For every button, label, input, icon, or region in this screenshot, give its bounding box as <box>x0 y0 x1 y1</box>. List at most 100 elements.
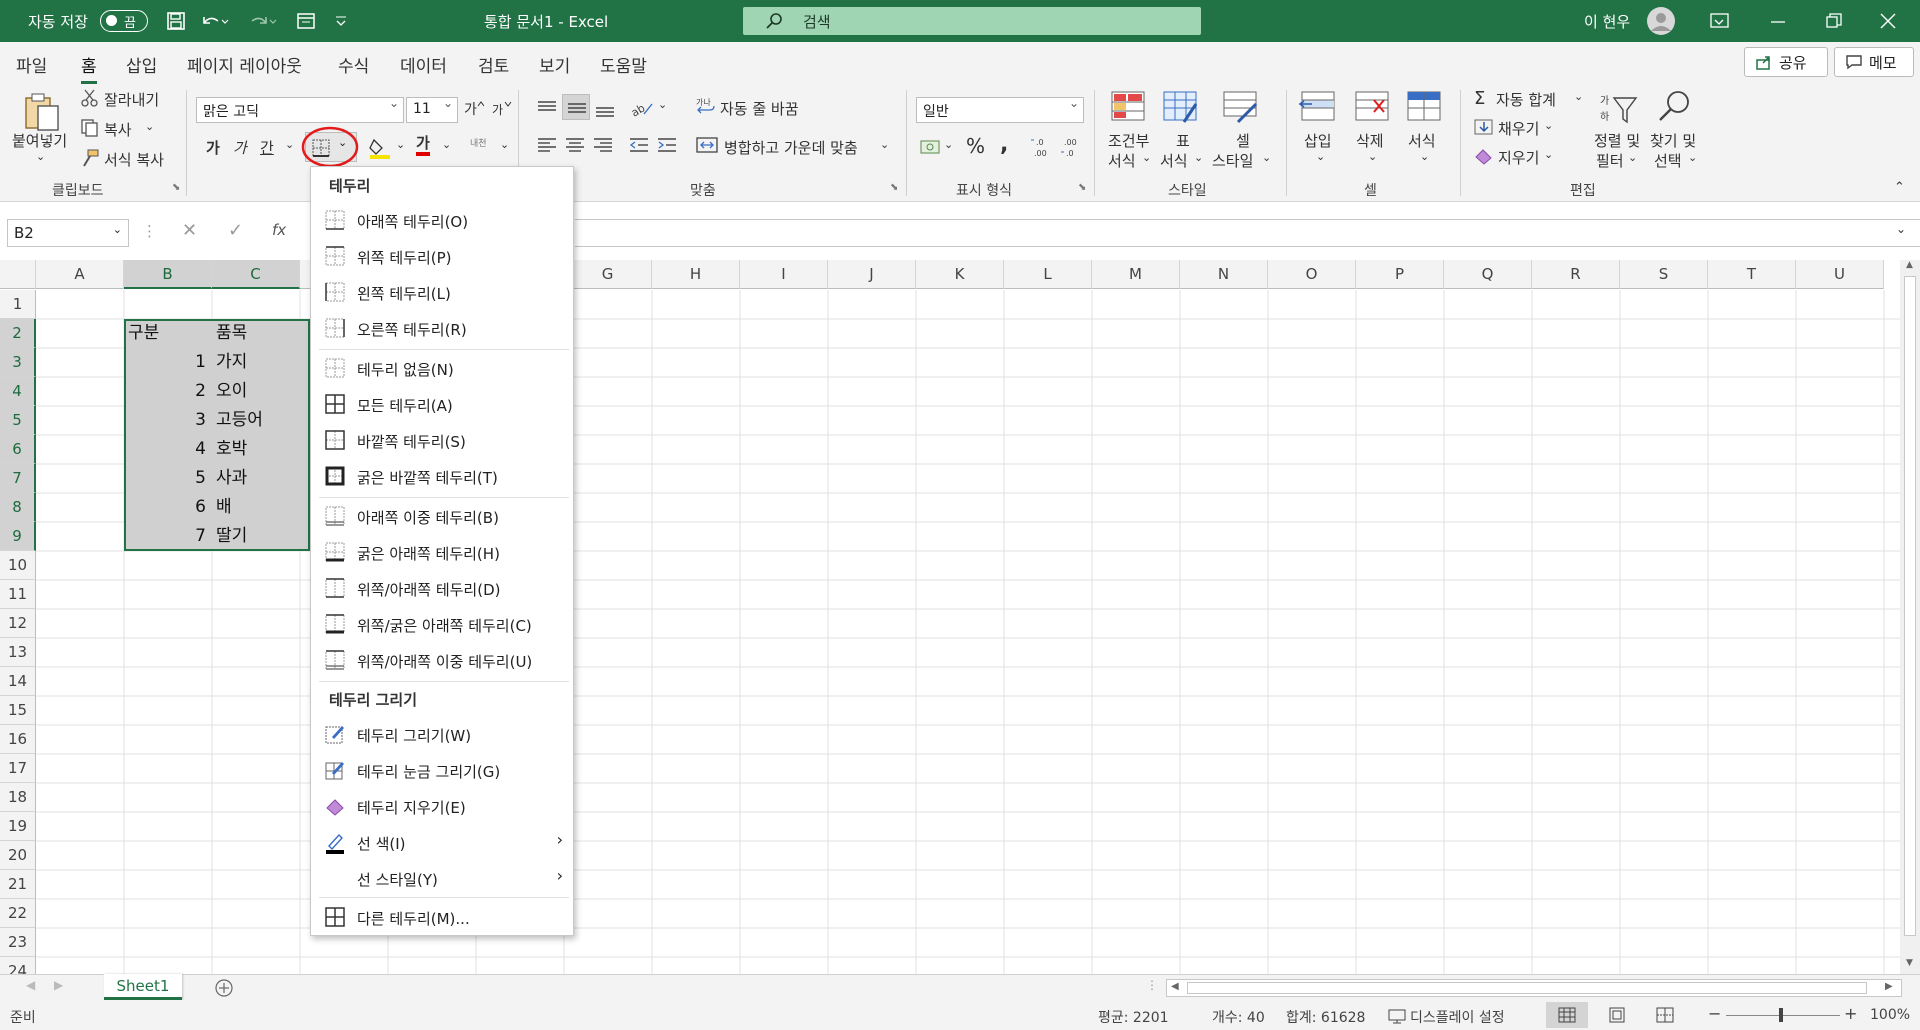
delete-cells-icon[interactable] <box>1352 90 1392 124</box>
orientation-icon[interactable]: ab <box>630 98 656 118</box>
underline-dropdown-icon[interactable]: ⌄ <box>285 138 294 151</box>
paste-dropdown-icon[interactable]: ⌄ <box>36 150 45 163</box>
insert-cells-label[interactable]: 삽입 <box>1304 130 1332 151</box>
clipboard-launcher-icon[interactable]: ⬊ <box>172 182 180 193</box>
avatar[interactable] <box>1646 6 1676 36</box>
expand-formula-icon[interactable]: ⌄ <box>1896 222 1906 236</box>
cell-B6[interactable]: 4 <box>124 435 212 464</box>
column-header-O[interactable]: O <box>1268 260 1356 289</box>
column-header-U[interactable]: U <box>1796 260 1884 289</box>
row-header-6[interactable]: 6 <box>0 435 36 464</box>
format-cells-dropdown-icon[interactable]: ⌄ <box>1420 150 1429 163</box>
autosave-toggle[interactable]: 끔 <box>100 10 148 32</box>
row-header-16[interactable]: 16 <box>0 725 36 754</box>
accounting-format-icon[interactable] <box>920 138 942 156</box>
zoom-level[interactable]: 100% <box>1870 1007 1910 1023</box>
cell-C7[interactable]: 사과 <box>212 464 300 493</box>
page-break-view-icon[interactable] <box>1656 1007 1674 1023</box>
find-select-label-2[interactable]: 선택 <box>1654 150 1682 171</box>
cell-B9[interactable]: 7 <box>124 522 212 551</box>
sheet-tab-sheet1[interactable]: Sheet1 <box>104 974 182 1000</box>
wrap-text-label[interactable]: 자동 줄 바꿈 <box>720 98 799 119</box>
cell-B3[interactable]: 1 <box>124 348 212 377</box>
copy-icon[interactable] <box>80 118 100 138</box>
cell-B8[interactable]: 6 <box>124 493 212 522</box>
display-settings-icon[interactable] <box>1388 1008 1406 1024</box>
share-button[interactable]: 공유 <box>1744 47 1828 77</box>
autosum-dropdown-icon[interactable]: ⌄ <box>1574 90 1583 103</box>
wrap-text-icon[interactable]: 가나 <box>696 96 716 116</box>
merge-center-label[interactable]: 병합하고 가운데 맞춤 <box>724 137 858 158</box>
clear-icon[interactable] <box>1474 147 1494 165</box>
column-header-C[interactable]: C <box>212 260 300 289</box>
menu-item-bottom-double-border[interactable]: 아래쪽 이중 테두리(B) <box>311 499 573 533</box>
delete-cells-label[interactable]: 삭제 <box>1356 130 1384 151</box>
fill-dropdown-icon[interactable]: ⌄ <box>1544 119 1553 132</box>
row-header-22[interactable]: 22 <box>0 899 36 928</box>
name-box[interactable]: B2 ⌄ <box>7 219 129 247</box>
tab-data[interactable]: 데이터 <box>400 52 447 77</box>
cell-B5[interactable]: 3 <box>124 406 212 435</box>
zoom-slider-thumb[interactable] <box>1779 1008 1783 1022</box>
insert-function-icon[interactable]: fx <box>272 221 286 239</box>
autosum-label[interactable]: 자동 합계 <box>1496 89 1556 110</box>
phonetic-button[interactable]: 내천 <box>470 136 487 149</box>
format-table-label-1[interactable]: 표 <box>1176 130 1190 151</box>
menu-item-more-borders[interactable]: 다른 테두리(M)... <box>311 900 573 934</box>
confirm-entry-icon[interactable]: ✓ <box>228 220 243 241</box>
underline-button[interactable]: 간 <box>260 137 274 158</box>
align-right-icon[interactable] <box>592 136 614 154</box>
decrease-indent-icon[interactable] <box>628 136 650 154</box>
copy-label[interactable]: 복사 <box>104 119 132 140</box>
row-header-18[interactable]: 18 <box>0 783 36 812</box>
page-layout-view-icon[interactable] <box>1608 1007 1626 1023</box>
font-color-button[interactable]: 가 <box>416 134 430 156</box>
menu-item-line-color[interactable]: 선 색(I) › <box>311 825 573 859</box>
row-header-13[interactable]: 13 <box>0 638 36 667</box>
tab-splitter-icon[interactable]: ⋮ <box>1146 978 1158 992</box>
cut-icon[interactable] <box>80 88 100 108</box>
row-header-12[interactable]: 12 <box>0 609 36 638</box>
conditional-format-label-1[interactable]: 조건부 <box>1108 130 1149 151</box>
delete-cells-dropdown-icon[interactable]: ⌄ <box>1368 150 1377 163</box>
close-icon[interactable] <box>1880 13 1896 29</box>
clear-label[interactable]: 지우기 <box>1498 147 1539 168</box>
column-header-N[interactable]: N <box>1180 260 1268 289</box>
comma-style-icon[interactable]: , <box>1000 132 1008 157</box>
collapse-ribbon-icon[interactable]: ⌃ <box>1894 180 1905 195</box>
display-settings-label[interactable]: 디스플레이 설정 <box>1410 1007 1505 1027</box>
cell-C8[interactable]: 배 <box>212 493 300 522</box>
formula-input[interactable] <box>575 219 1920 247</box>
tab-insert[interactable]: 삽입 <box>126 52 157 77</box>
fill-dropdown-icon[interactable]: ⌄ <box>396 138 405 151</box>
row-header-19[interactable]: 19 <box>0 812 36 841</box>
row-header-11[interactable]: 11 <box>0 580 36 609</box>
decrease-font-icon[interactable]: 가 <box>490 98 512 118</box>
cell-C9[interactable]: 딸기 <box>212 522 300 551</box>
alignment-launcher-icon[interactable]: ⬊ <box>890 182 898 193</box>
row-header-15[interactable]: 15 <box>0 696 36 725</box>
menu-item-erase-border[interactable]: 테두리 지우기(E) <box>311 789 573 823</box>
column-header-G[interactable]: G <box>564 260 652 289</box>
tab-formulas[interactable]: 수식 <box>338 52 369 77</box>
cell-C5[interactable]: 고등어 <box>212 406 300 435</box>
ribbon-display-icon[interactable] <box>1710 13 1730 29</box>
align-left-icon[interactable] <box>536 136 558 154</box>
tab-page-layout[interactable]: 페이지 레이아웃 <box>187 52 302 77</box>
cell-C6[interactable]: 호박 <box>212 435 300 464</box>
search-box[interactable]: 검색 <box>743 7 1201 35</box>
align-middle-button[interactable] <box>562 94 590 120</box>
vertical-scrollbar[interactable]: ▲ ▼ <box>1900 260 1920 974</box>
sort-filter-label-2[interactable]: 필터 <box>1596 150 1624 171</box>
bold-button[interactable]: 가 <box>206 137 220 158</box>
conditional-format-icon[interactable] <box>1110 90 1148 124</box>
cell-styles-label-1[interactable]: 셀 <box>1236 130 1250 151</box>
format-painter-label[interactable]: 서식 복사 <box>104 149 164 170</box>
cell-B4[interactable]: 2 <box>124 377 212 406</box>
menu-item-thick-outside-borders[interactable]: 굵은 바깥쪽 테두리(T) <box>311 459 573 493</box>
row-header-20[interactable]: 20 <box>0 841 36 870</box>
clear-dropdown-icon[interactable]: ⌄ <box>1544 148 1553 161</box>
merge-center-icon[interactable] <box>696 136 718 154</box>
form-icon[interactable] <box>296 11 318 31</box>
sort-filter-icon[interactable]: 가하 <box>1598 90 1638 126</box>
